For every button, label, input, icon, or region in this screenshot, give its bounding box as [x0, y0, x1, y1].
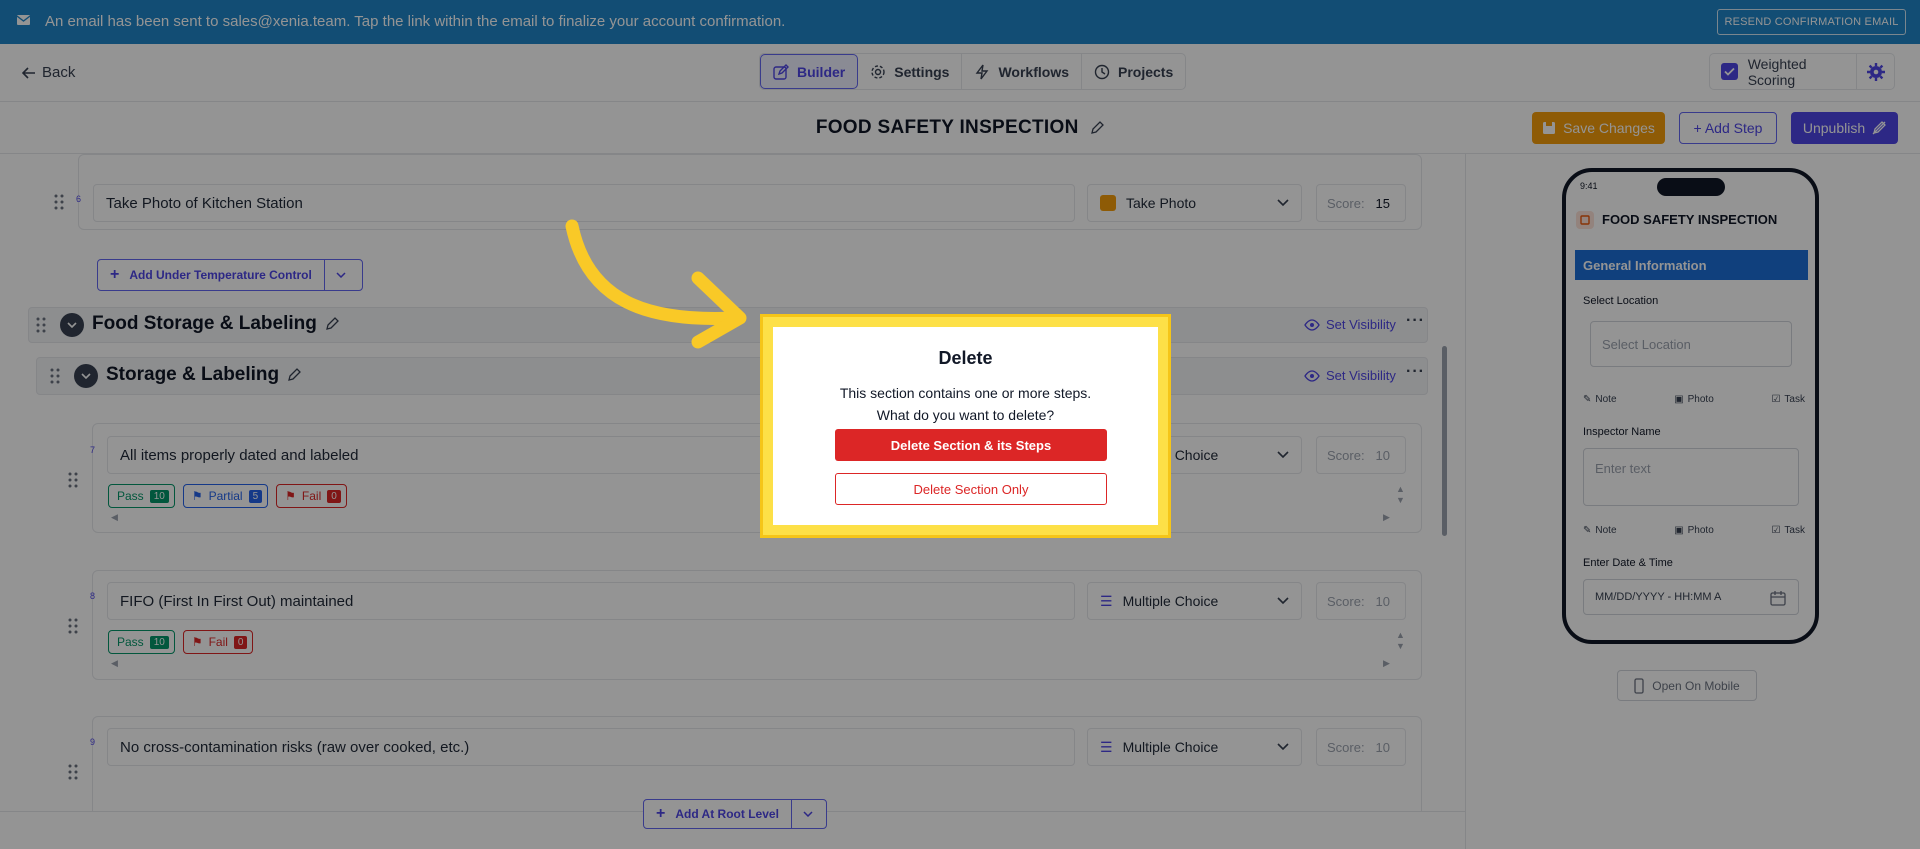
dialog-message: This section contains one or more steps.…: [773, 382, 1158, 426]
delete-dialog: Delete This section contains one or more…: [773, 327, 1158, 525]
pointer-arrow-icon: [565, 219, 747, 349]
highlight-frame: Delete This section contains one or more…: [760, 314, 1171, 538]
dialog-message-line1: This section contains one or more steps.: [839, 385, 1092, 401]
dialog-message-line2: What do you want to delete?: [876, 407, 1055, 423]
delete-section-and-steps-button[interactable]: Delete Section & its Steps: [835, 429, 1107, 461]
delete-section-only-button[interactable]: Delete Section Only: [835, 473, 1107, 505]
dialog-title: Delete: [938, 348, 993, 368]
